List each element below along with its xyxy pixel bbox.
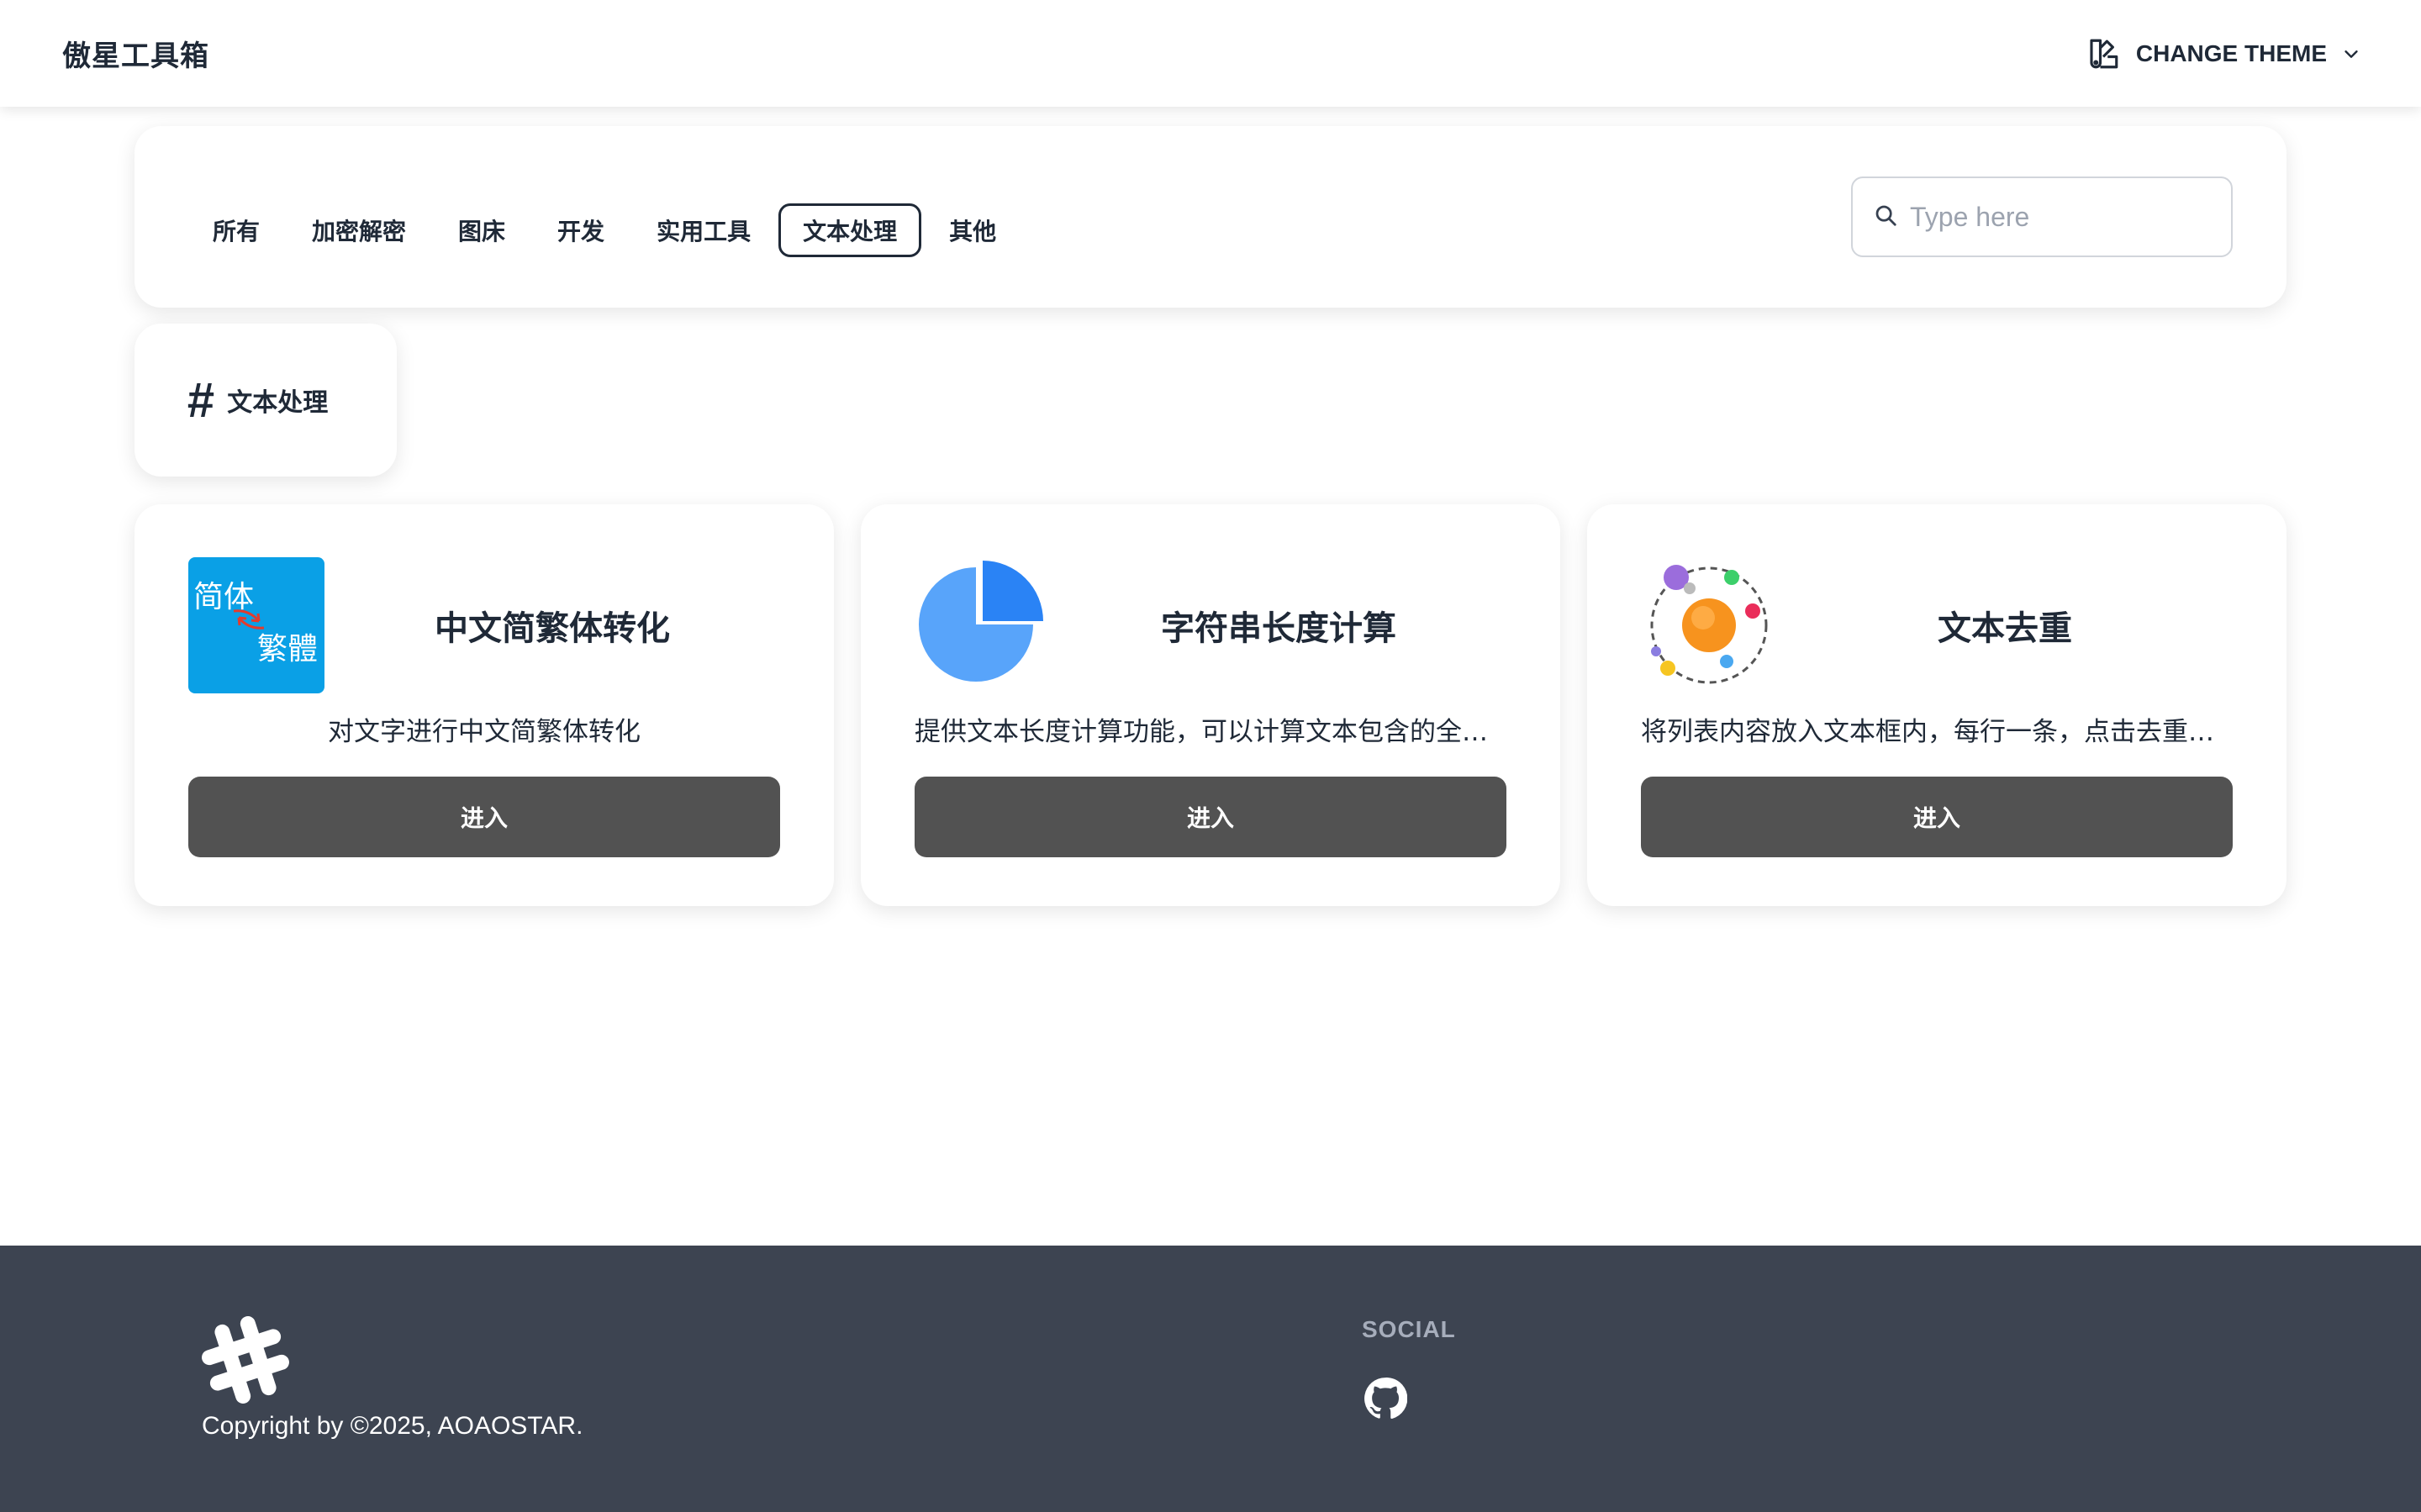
tool-card-simplified-traditional: 简体 繁體 中文简繁体转化 对文字进行中文简繁体转化 进入 xyxy=(134,504,834,906)
tab-image-hosting[interactable]: 图床 xyxy=(434,203,530,257)
tab-utilities[interactable]: 实用工具 xyxy=(632,203,775,257)
tool-card-string-length: 字符串长度计算 提供文本长度计算功能，可以计算文本包含的全角字符、半角字符、中文… xyxy=(861,504,1560,906)
tab-text-processing[interactable]: 文本处理 xyxy=(778,203,922,257)
enter-button[interactable]: 进入 xyxy=(915,777,1506,857)
tab-encryption[interactable]: 加密解密 xyxy=(287,203,430,257)
search-box[interactable] xyxy=(1851,176,2233,257)
footer: Copyright by ©2025, AOAOSTAR. SOCIAL xyxy=(0,1246,2421,1512)
category-tabs: 所有 加密解密 图床 开发 实用工具 文本处理 其他 xyxy=(188,203,1021,257)
card-title: 字符串长度计算 xyxy=(1161,609,1396,648)
card-description: 对文字进行中文简繁体转化 xyxy=(328,717,641,747)
change-theme-label: CHANGE THEME xyxy=(2135,40,2327,66)
brand-title[interactable]: 傲星工具箱 xyxy=(62,33,209,74)
enter-button[interactable]: 进入 xyxy=(1641,777,2233,857)
pie-chart-icon xyxy=(915,557,1051,693)
tab-all[interactable]: 所有 xyxy=(188,203,284,257)
icon-text-traditional: 繁體 xyxy=(256,632,318,666)
card-description: 将列表内容放入文本框内，每行一条，点击去重按钮即可完成去重 xyxy=(1641,717,2233,747)
simplified-traditional-icon: 简体 繁體 xyxy=(188,557,324,693)
category-header: # 文本处理 xyxy=(134,324,397,477)
card-title: 中文简繁体转化 xyxy=(435,609,670,648)
change-theme-button[interactable]: CHANGE THEME xyxy=(2086,36,2360,71)
swatch-icon xyxy=(2086,36,2121,71)
hash-icon: # xyxy=(187,372,214,428)
orbit-icon xyxy=(1641,557,1777,693)
enter-button[interactable]: 进入 xyxy=(188,777,780,857)
navbar: 傲星工具箱 CHANGE THEME xyxy=(0,0,2421,107)
search-input[interactable] xyxy=(1910,201,2213,233)
tool-card-list: 简体 繁體 中文简繁体转化 对文字进行中文简繁体转化 进入 字符串长度计算 提供… xyxy=(134,504,2286,908)
tab-other[interactable]: 其他 xyxy=(925,203,1021,257)
filter-bar: 所有 加密解密 图床 开发 实用工具 文本处理 其他 xyxy=(134,126,2286,308)
tab-development[interactable]: 开发 xyxy=(533,203,629,257)
card-title: 文本去重 xyxy=(1938,609,2072,648)
social-title: SOCIAL xyxy=(1362,1316,1456,1342)
search-icon xyxy=(1873,203,1898,231)
tool-card-text-dedupe: 文本去重 将列表内容放入文本框内，每行一条，点击去重按钮即可完成去重 进入 xyxy=(1587,504,2286,906)
chevron-down-icon xyxy=(2342,45,2360,63)
copyright-text: Copyright by ©2025, AOAOSTAR. xyxy=(202,1412,583,1440)
hashtag-logo-icon xyxy=(202,1316,289,1407)
card-description: 提供文本长度计算功能，可以计算文本包含的全角字符、半角字符、中文字符、英文字符等 xyxy=(915,717,1506,747)
github-icon[interactable] xyxy=(1363,1377,1408,1424)
category-title: 文本处理 xyxy=(227,388,329,418)
